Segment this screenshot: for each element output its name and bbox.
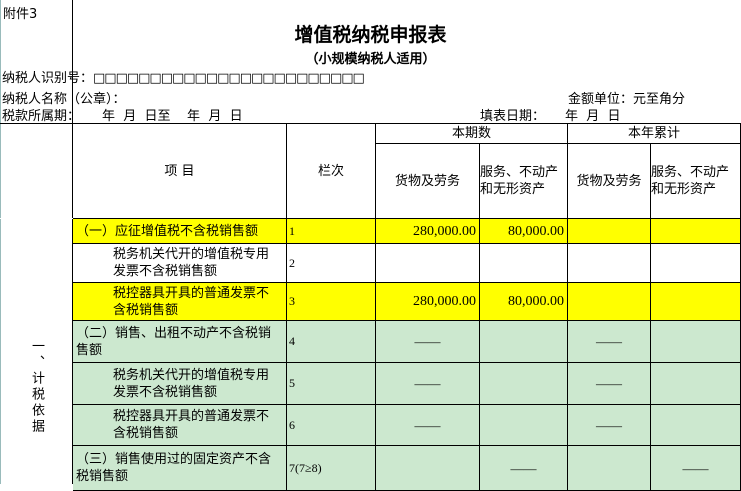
cell-year-goods[interactable] [568,283,651,321]
cell-current-services[interactable]: 80,000.00 [480,283,568,321]
section-label: 一、计税依据 [29,338,44,435]
cell-year-services[interactable] [651,405,741,446]
cell-year-goods[interactable] [568,446,651,491]
header-column-no: 栏次 [287,124,376,219]
cell-year-goods[interactable]: —— [568,363,651,405]
row-column-no: 5 [287,363,376,405]
header-yr-services: 服务、不动产和无形资产 [651,144,741,219]
row-column-no: 4 [287,321,376,363]
taxpayer-id-row: 纳税人识别号：□□□□□□□□□□□□□□□□□□□□□□□□ [2,67,365,86]
header-cur-goods: 货物及劳务 [376,144,480,219]
taxpayer-id-boxes[interactable]: □□□□□□□□□□□□□□□□□□□□□□□□ [93,71,365,86]
row-column-no: 7(7≥8) [287,446,376,491]
fill-date-label: 填表日期： [480,109,546,124]
cell-year-services[interactable] [651,219,741,244]
header-current-period: 本期数 [376,124,568,144]
header-year-total: 本年累计 [568,124,741,144]
page-title: 增值税纳税申报表 [294,24,447,46]
cell-year-services[interactable] [651,363,741,405]
cell-current-services[interactable]: 80,000.00 [480,219,568,244]
section-label-cell: 一、计税依据 [0,219,73,484]
header-item: 项 目 [73,124,287,219]
row-item-label: （一）应征增值税不含税销售额 [73,219,287,244]
cell-current-goods[interactable]: —— [376,363,480,405]
row-item-label: （二）销售、出租不动产不含税销售额 [73,321,287,363]
row-item-label: 税务机关代开的增值税专用发票不含税销售额 [73,363,287,405]
cell-year-services[interactable] [651,321,741,363]
cell-current-services[interactable]: —— [480,446,568,491]
row-item-label: 税控器具开具的普通发票不含税销售额 [73,283,287,321]
header-yr-goods: 货物及劳务 [568,144,651,219]
taxpayer-id-label: 纳税人识别号： [2,71,94,86]
row-item-label: （三）销售使用过的固定资产不含税销售额 [73,446,287,491]
row-item-label: 税控器具开具的普通发票不含税销售额 [73,405,287,446]
cell-current-services[interactable] [480,321,568,363]
cell-current-goods[interactable] [376,244,480,283]
cell-year-services[interactable] [651,283,741,321]
row-column-no: 1 [287,219,376,244]
cell-current-services[interactable] [480,363,568,405]
page-subtitle: （小规模纳税人适用） [305,52,436,67]
cell-current-goods[interactable]: —— [376,405,480,446]
cell-current-services[interactable] [480,244,568,283]
cell-year-goods[interactable] [568,219,651,244]
period-label: 税款所属期： [2,109,81,124]
header-cur-services: 服务、不动产和无形资产 [480,144,568,219]
row-item-label: 税务机关代开的增值税专用发票不含税销售额 [73,244,287,283]
row-column-no: 2 [287,244,376,283]
cell-year-goods[interactable]: —— [568,405,651,446]
row-column-no: 6 [287,405,376,446]
cell-year-services[interactable] [651,244,741,283]
cell-current-services[interactable] [480,405,568,446]
fill-date-value: 年 月 日 [565,109,621,124]
cell-current-goods[interactable]: 280,000.00 [376,283,480,321]
cell-current-goods[interactable]: 280,000.00 [376,219,480,244]
row-column-no: 3 [287,283,376,321]
cell-year-goods[interactable]: —— [568,321,651,363]
period-value: 年 月 日至 年 月 日 [102,109,243,124]
cell-year-goods[interactable] [568,244,651,283]
cell-year-services[interactable]: —— [651,446,741,491]
cell-current-goods[interactable] [376,446,480,491]
cell-current-goods[interactable]: —— [376,321,480,363]
